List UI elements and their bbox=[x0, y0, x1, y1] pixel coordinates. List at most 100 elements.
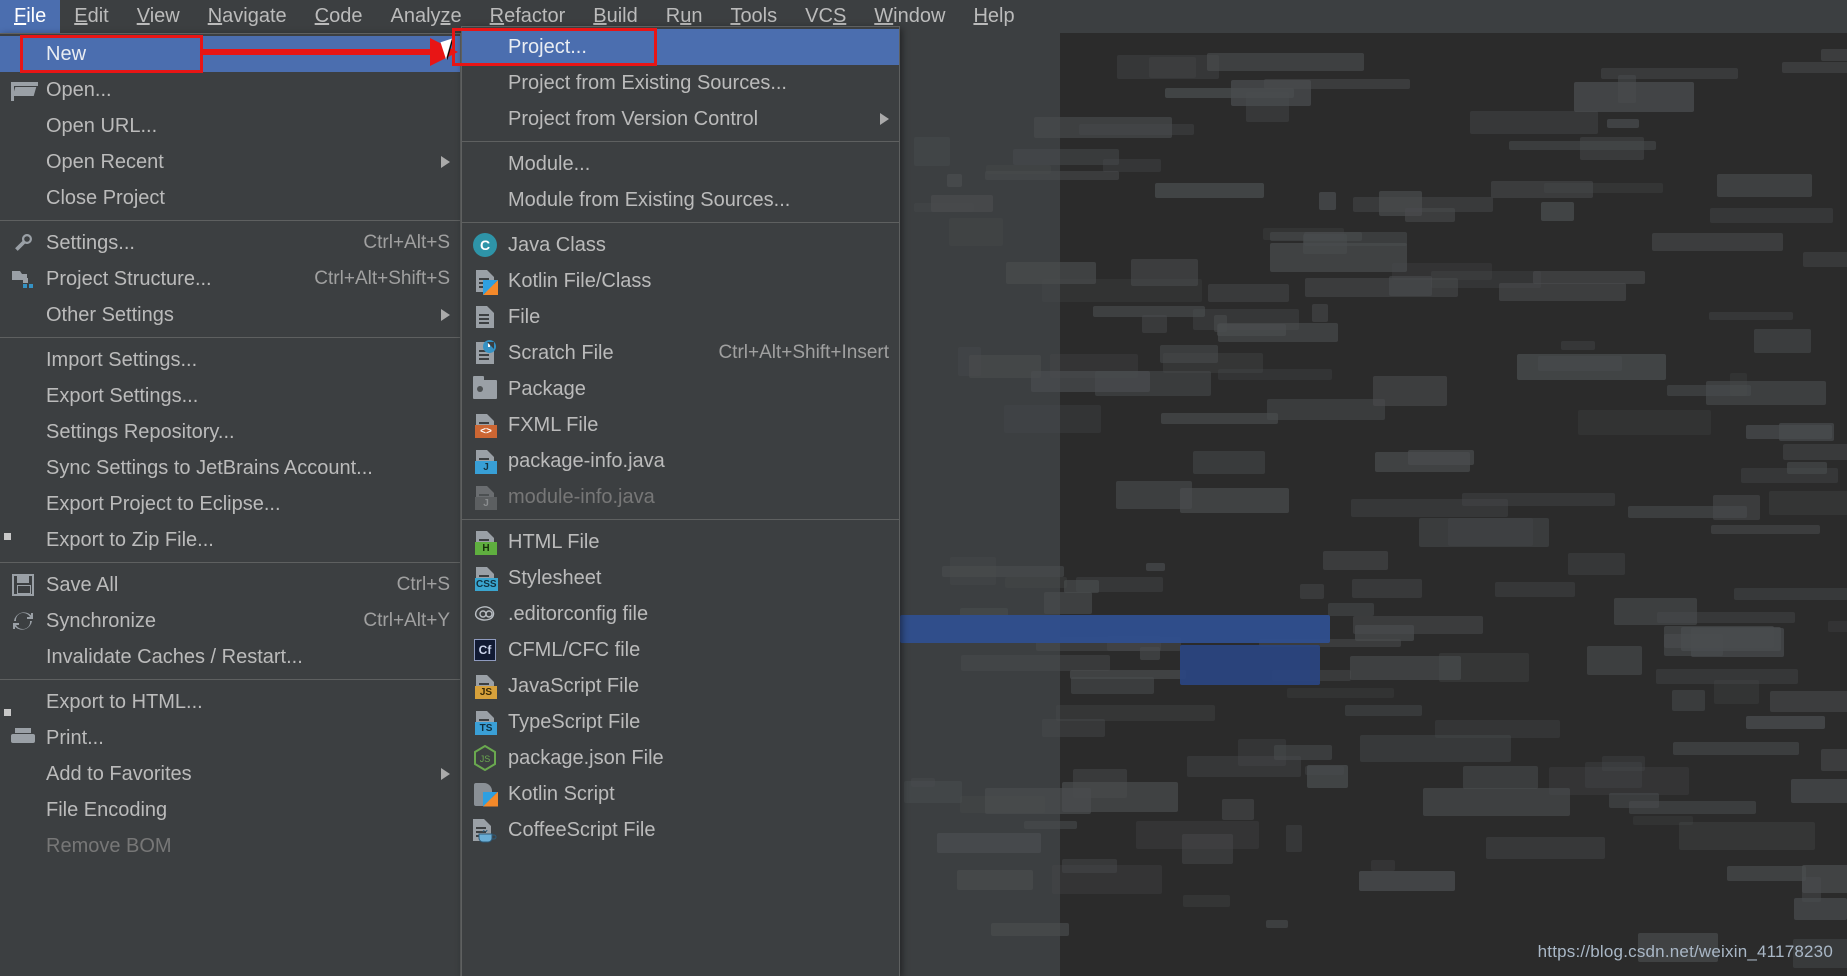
new-submenu-popup[interactable]: Project... Project from Existing Sources.… bbox=[461, 26, 900, 976]
new-submenu-item-module[interactable]: Module... bbox=[462, 146, 899, 182]
new-submenu-item-cfml-cfc-file[interactable]: Cf CFML/CFC file bbox=[462, 632, 899, 668]
no-icon bbox=[470, 70, 500, 96]
submenu-chevron-icon bbox=[441, 156, 450, 168]
no-icon bbox=[8, 383, 38, 409]
file-menu-item-export-project-to-eclipse[interactable]: Export Project to Eclipse... bbox=[0, 486, 460, 522]
file-menu-item-settings[interactable]: Settings... Ctrl+Alt+S bbox=[0, 225, 460, 261]
menubar-item-help[interactable]: Help bbox=[959, 0, 1028, 33]
new-submenu-item-package[interactable]: Package bbox=[462, 371, 899, 407]
new-submenu-item-project[interactable]: Project... bbox=[462, 29, 899, 65]
new-submenu-item-module-from-existing-sources[interactable]: Module from Existing Sources... bbox=[462, 182, 899, 218]
js-icon: JS bbox=[470, 673, 500, 699]
svg-text:JS: JS bbox=[480, 754, 491, 764]
file-menu-item-sync-settings-to-jetbrains-account[interactable]: Sync Settings to JetBrains Account... bbox=[0, 450, 460, 486]
menu-item-label: Package bbox=[508, 377, 586, 400]
menu-item-label: Save All bbox=[46, 573, 119, 596]
new-submenu-item-java-class[interactable]: C Java Class bbox=[462, 227, 899, 263]
new-submenu-item-stylesheet[interactable]: CSS Stylesheet bbox=[462, 560, 899, 596]
file-menu-item-close-project[interactable]: Close Project bbox=[0, 180, 460, 216]
no-icon bbox=[8, 455, 38, 481]
no-icon bbox=[8, 419, 38, 445]
menu-item-shortcut: Ctrl+S bbox=[396, 574, 450, 595]
stray-cursor-dot bbox=[4, 709, 11, 716]
new-submenu-item-kotlin-file-class[interactable]: Kotlin File/Class bbox=[462, 263, 899, 299]
new-submenu-item-editorconfig-file[interactable]: .editorconfig file bbox=[462, 596, 899, 632]
file-menu-item-open-recent[interactable]: Open Recent bbox=[0, 144, 460, 180]
menu-item-label: File Encoding bbox=[46, 798, 168, 821]
menu-separator bbox=[0, 337, 460, 338]
menubar-item-file[interactable]: File bbox=[0, 0, 61, 33]
file-menu-item-export-to-html[interactable]: Export to HTML... bbox=[0, 684, 460, 720]
file-menu-item-settings-repository[interactable]: Settings Repository... bbox=[0, 414, 460, 450]
file-menu-item-remove-bom: Remove BOM bbox=[0, 828, 460, 864]
new-submenu-item-package-json-file[interactable]: JS package.json File bbox=[462, 740, 899, 776]
new-submenu-item-file[interactable]: File bbox=[462, 299, 899, 335]
menu-item-label: Synchronize bbox=[46, 609, 157, 632]
new-submenu-item-scratch-file[interactable]: Scratch File Ctrl+Alt+Shift+Insert bbox=[462, 335, 899, 371]
file-menu-item-invalidate-caches-restart[interactable]: Invalidate Caches / Restart... bbox=[0, 639, 460, 675]
file-menu-item-other-settings[interactable]: Other Settings bbox=[0, 297, 460, 333]
main-menu-bar[interactable]: File Edit View Navigate Code Analyze Refactor B… bbox=[0, 0, 1847, 33]
stray-cursor-dot-2 bbox=[4, 533, 11, 540]
file-menu-item-export-settings[interactable]: Export Settings... bbox=[0, 378, 460, 414]
menu-item-label: Export to HTML... bbox=[46, 690, 203, 713]
menu-item-shortcut: Ctrl+Alt+S bbox=[363, 232, 450, 253]
file-menu-item-synchronize[interactable]: Synchronize Ctrl+Alt+Y bbox=[0, 603, 460, 639]
file-menu-item-export-to-zip-file[interactable]: Export to Zip File... bbox=[0, 522, 460, 558]
no-icon bbox=[8, 527, 38, 553]
no-icon bbox=[8, 689, 38, 715]
menubar-item-navigate[interactable]: Navigate bbox=[194, 0, 301, 33]
menu-item-label: Sync Settings to JetBrains Account... bbox=[46, 456, 373, 479]
project-icon bbox=[8, 266, 38, 292]
file-menu-popup[interactable]: New Open... Open URL... Open Recent Close Pr… bbox=[0, 33, 461, 976]
node-icon: JS bbox=[470, 745, 500, 771]
menubar-item-edit[interactable]: Edit bbox=[60, 0, 122, 33]
menu-item-label: File bbox=[508, 305, 541, 328]
submenu-chevron-icon bbox=[441, 309, 450, 321]
menu-item-label: Kotlin Script bbox=[508, 782, 615, 805]
file-menu-item-project-structure[interactable]: Project Structure... Ctrl+Alt+Shift+S bbox=[0, 261, 460, 297]
open-folder-icon bbox=[8, 77, 38, 103]
file-menu-item-print[interactable]: Print... bbox=[0, 720, 460, 756]
new-submenu-item-typescript-file[interactable]: TS TypeScript File bbox=[462, 704, 899, 740]
file-menu-item-file-encoding[interactable]: File Encoding bbox=[0, 792, 460, 828]
menu-item-label: TypeScript File bbox=[508, 710, 641, 733]
new-submenu-item-fxml-file[interactable]: <> FXML File bbox=[462, 407, 899, 443]
file-menu-item-open[interactable]: Open... bbox=[0, 72, 460, 108]
printer-icon bbox=[8, 725, 38, 751]
new-submenu-item-package-info-java[interactable]: Jpackage-info.java bbox=[462, 443, 899, 479]
new-submenu-item-kotlin-script[interactable]: Kotlin Script bbox=[462, 776, 899, 812]
menubar-item-view[interactable]: View bbox=[123, 0, 194, 33]
file-menu-item-open-url[interactable]: Open URL... bbox=[0, 108, 460, 144]
no-icon bbox=[8, 302, 38, 328]
file-menu-item-add-to-favorites[interactable]: Add to Favorites bbox=[0, 756, 460, 792]
menu-item-label: HTML File bbox=[508, 530, 600, 553]
menu-item-label: Open URL... bbox=[46, 114, 158, 137]
menu-item-label: Module... bbox=[508, 152, 591, 175]
cfml-icon: Cf bbox=[470, 637, 500, 663]
no-icon bbox=[8, 41, 38, 67]
css-icon: CSS bbox=[470, 565, 500, 591]
menu-item-label: Export to Zip File... bbox=[46, 528, 214, 551]
new-submenu-item-coffeescript-file[interactable]: CoffeeScript File bbox=[462, 812, 899, 848]
no-icon bbox=[8, 491, 38, 517]
kotlin-script-icon bbox=[470, 781, 500, 807]
no-icon bbox=[470, 34, 500, 60]
menu-item-shortcut: Ctrl+Alt+Y bbox=[363, 610, 450, 631]
menu-item-label: .editorconfig file bbox=[508, 602, 649, 625]
no-icon bbox=[8, 185, 38, 211]
menu-item-label: CFML/CFC file bbox=[508, 638, 641, 661]
menubar-item-code[interactable]: Code bbox=[301, 0, 377, 33]
coffee-icon bbox=[470, 817, 500, 843]
scratch-icon bbox=[470, 340, 500, 366]
wrench-icon bbox=[8, 230, 38, 256]
editorconfig-icon bbox=[470, 601, 500, 627]
submenu-chevron-icon bbox=[441, 768, 450, 780]
menu-item-label: Java Class bbox=[508, 233, 606, 256]
file-menu-item-import-settings[interactable]: Import Settings... bbox=[0, 342, 460, 378]
new-submenu-item-html-file[interactable]: H HTML File bbox=[462, 524, 899, 560]
new-submenu-item-project-from-existing-sources[interactable]: Project from Existing Sources... bbox=[462, 65, 899, 101]
new-submenu-item-project-from-version-control[interactable]: Project from Version Control bbox=[462, 101, 899, 137]
new-submenu-item-javascript-file[interactable]: JS JavaScript File bbox=[462, 668, 899, 704]
file-menu-item-save-all[interactable]: Save All Ctrl+S bbox=[0, 567, 460, 603]
